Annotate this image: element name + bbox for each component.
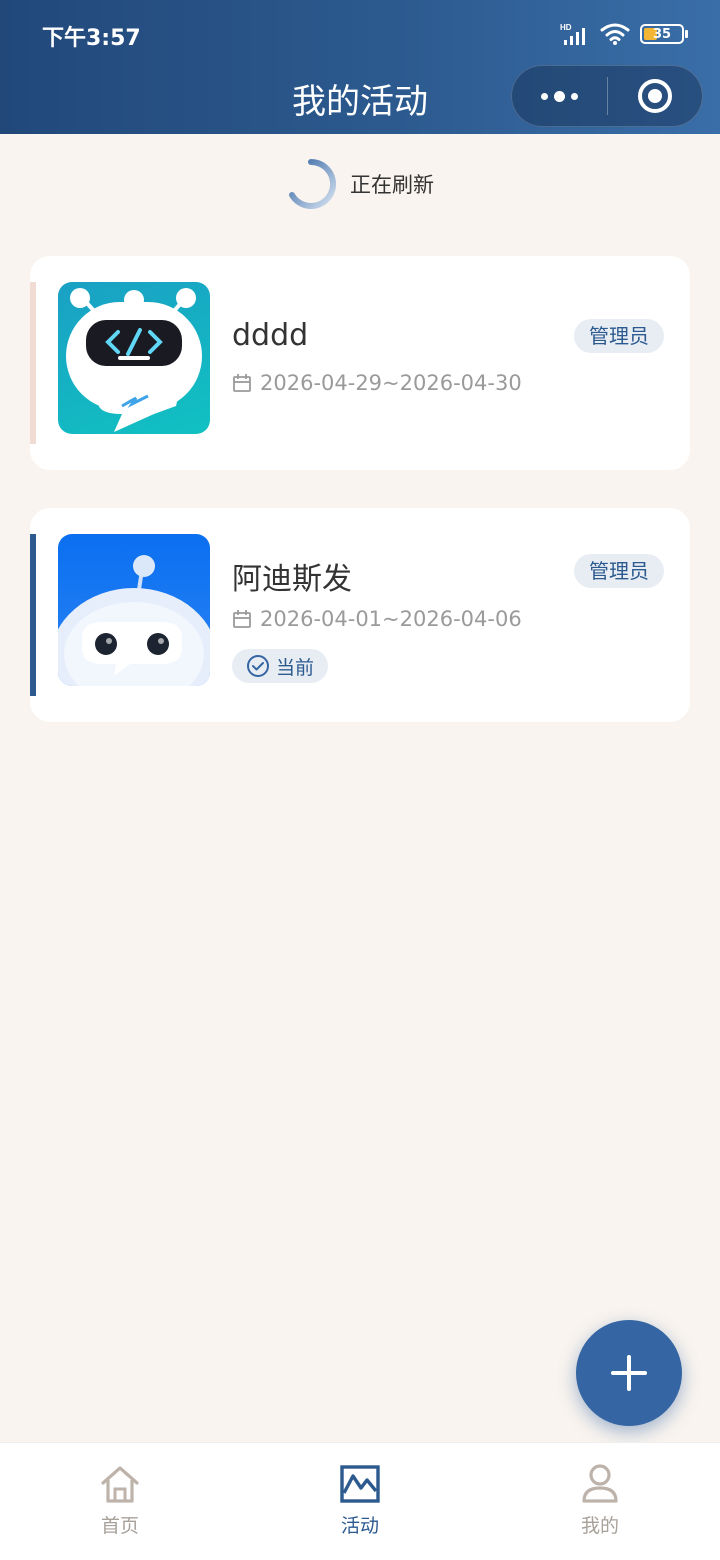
tab-label: 首页 bbox=[100, 1515, 139, 1537]
tab-activity[interactable]: 活动 bbox=[240, 1443, 480, 1560]
target-close-icon bbox=[637, 79, 672, 113]
mini-program-capsule bbox=[511, 65, 703, 127]
add-activity-button[interactable] bbox=[576, 1320, 682, 1426]
code-robot-icon bbox=[66, 288, 202, 432]
loading-spinner-icon bbox=[289, 159, 336, 209]
tab-label: 活动 bbox=[340, 1515, 379, 1537]
home-icon bbox=[101, 1466, 139, 1503]
check-circle-icon bbox=[247, 655, 269, 677]
user-icon bbox=[582, 1464, 618, 1503]
refresh-indicator: 正在刷新 bbox=[0, 159, 720, 209]
card-accent-bar bbox=[30, 534, 36, 696]
tab-home[interactable]: 首页 bbox=[0, 1443, 240, 1560]
header: 下午3:57 HD 35 我的活动 bbox=[0, 0, 720, 134]
more-dot-icon bbox=[541, 92, 548, 100]
battery-level: 35 bbox=[652, 26, 672, 42]
status-time: 下午3:57 bbox=[42, 26, 141, 51]
more-dot-icon bbox=[571, 92, 578, 100]
card-accent-bar bbox=[30, 282, 36, 444]
calendar-icon bbox=[233, 610, 251, 628]
current-label: 当前 bbox=[276, 656, 315, 679]
current-tag: 当前 bbox=[232, 649, 329, 683]
tab-label: 我的 bbox=[580, 1515, 619, 1537]
signal-icon: HD bbox=[560, 23, 585, 45]
tab-mine[interactable]: 我的 bbox=[480, 1443, 720, 1560]
activity-date: 2026-04-29~2026-04-30 bbox=[232, 368, 522, 398]
status-icons: HD 35 bbox=[560, 20, 688, 48]
battery-icon: 35 bbox=[640, 24, 688, 44]
activity-thumbnail bbox=[58, 534, 210, 686]
activity-date-range: 2026-04-01~2026-04-06 bbox=[260, 607, 522, 631]
activity-title: 阿迪斯发 bbox=[232, 562, 352, 597]
activity-card[interactable]: dddd 管理员 2026-04-29~2026-04-30 bbox=[30, 256, 690, 470]
wifi-icon bbox=[600, 23, 630, 45]
chat-robot-icon bbox=[58, 555, 210, 686]
role-badge: 管理员 bbox=[574, 554, 664, 588]
role-badge: 管理员 bbox=[574, 319, 664, 353]
refresh-label: 正在刷新 bbox=[350, 173, 434, 197]
more-dot-icon bbox=[554, 90, 565, 102]
activity-date-range: 2026-04-29~2026-04-30 bbox=[260, 371, 522, 395]
activity-chart-icon bbox=[340, 1465, 380, 1503]
activity-title: dddd bbox=[232, 318, 309, 353]
calendar-icon bbox=[233, 374, 251, 392]
plus-icon bbox=[611, 1355, 647, 1391]
activity-card[interactable]: 阿迪斯发 管理员 2026-04-01~2026-04-06 当前 bbox=[30, 508, 690, 722]
close-button[interactable] bbox=[608, 66, 702, 126]
more-button[interactable] bbox=[512, 66, 607, 126]
network-label: HD bbox=[560, 23, 572, 32]
activity-date: 2026-04-01~2026-04-06 bbox=[232, 604, 522, 634]
tab-bar: 首页 活动 我的 bbox=[0, 1442, 720, 1560]
activity-thumbnail bbox=[58, 282, 210, 434]
